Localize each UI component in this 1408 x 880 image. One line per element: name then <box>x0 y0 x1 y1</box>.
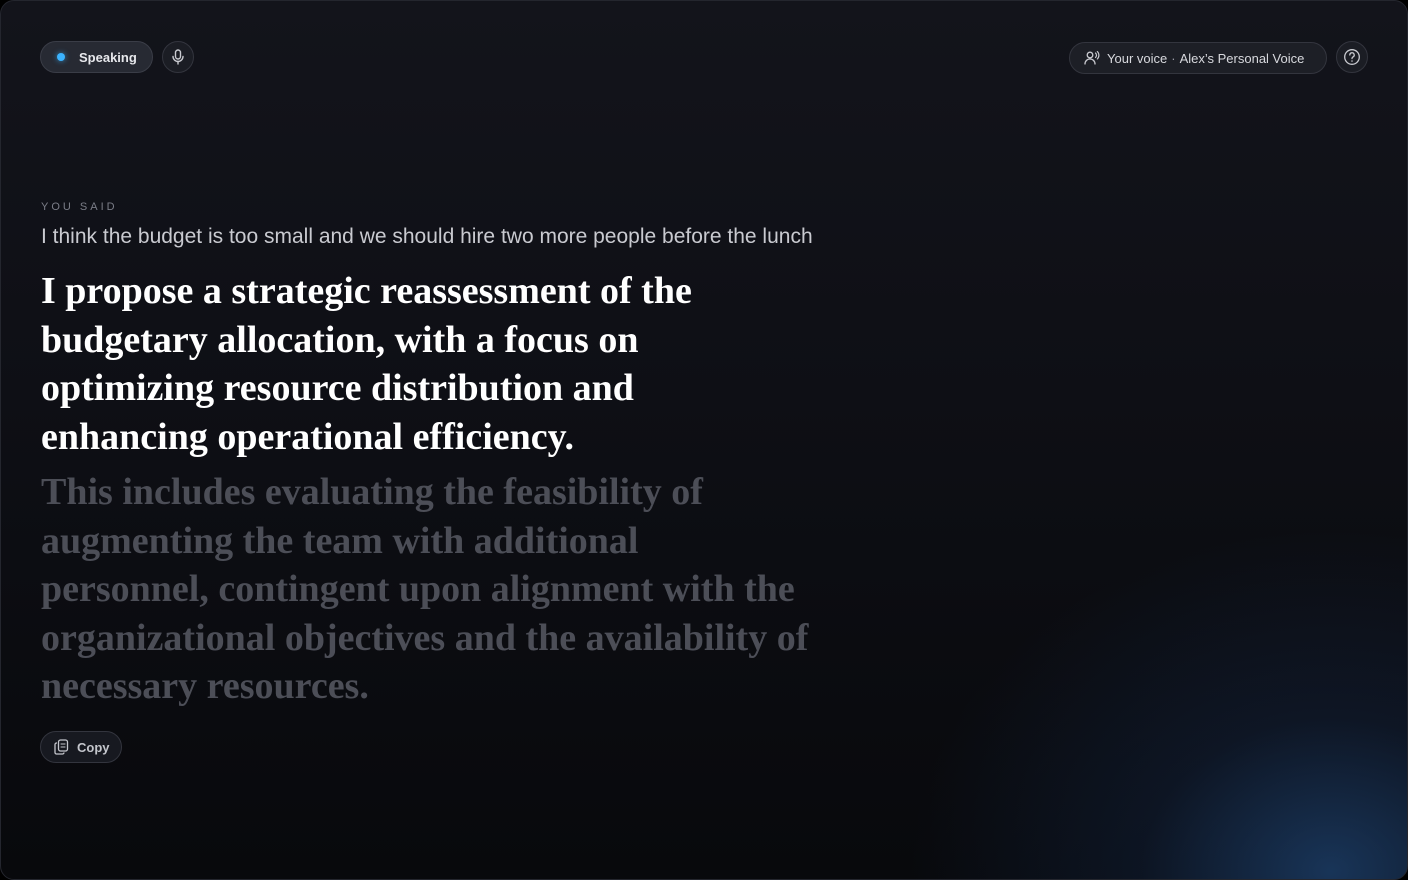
voice-selector[interactable]: Your voice · Alex’s Personal Voice <box>1069 42 1327 74</box>
rewritten-spoken-text: I propose a strategic reassessment of th… <box>41 270 692 458</box>
status-label: Speaking <box>79 49 137 65</box>
microphone-button[interactable] <box>162 41 194 73</box>
voice-name: Alex’s Personal Voice <box>1179 50 1305 66</box>
copy-icon <box>54 739 69 755</box>
help-icon <box>1343 48 1361 66</box>
voice-prefix: Your voice <box>1107 50 1168 66</box>
voice-separator: · <box>1171 50 1176 66</box>
microphone-icon <box>171 49 185 65</box>
you-said-label: YOU SAID <box>41 201 118 213</box>
rewritten-pending-text: This includes evaluating the feasibility… <box>41 471 809 707</box>
speaking-status-pill[interactable]: Speaking <box>40 41 153 73</box>
app-window: Speaking Your voice · Alex’s Personal Vo… <box>0 0 1408 880</box>
copy-label: Copy <box>77 739 110 755</box>
status-dot-icon <box>57 53 65 61</box>
help-button[interactable] <box>1336 41 1368 73</box>
original-transcript: I think the budget is too small and we s… <box>41 225 813 248</box>
copy-button[interactable]: Copy <box>40 731 122 763</box>
voice-profile-icon <box>1084 50 1100 66</box>
